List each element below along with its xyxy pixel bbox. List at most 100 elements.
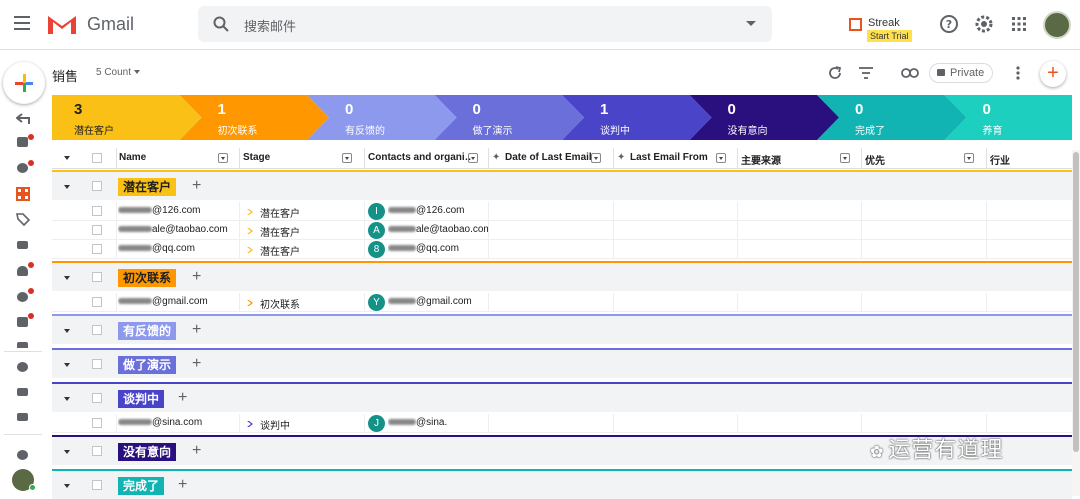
search-icon[interactable] (212, 15, 230, 33)
column-menu-icon[interactable] (840, 153, 850, 163)
group-checkbox[interactable] (92, 446, 102, 456)
column-header-source[interactable]: 主要来源 (741, 152, 831, 167)
location-icon[interactable] (16, 360, 30, 374)
hangouts-icon[interactable] (16, 448, 30, 462)
video-icon[interactable] (16, 385, 30, 399)
stage-label[interactable]: 3潜在客户 (52, 95, 178, 140)
box-contact[interactable]: @126.com (388, 205, 488, 216)
stage-group-row[interactable]: 有反馈的+ (52, 314, 1072, 344)
privacy-toggle[interactable]: Private (929, 63, 993, 83)
box-contact[interactable]: @qq.com (388, 243, 488, 254)
table-row[interactable]: @gmail.com初次联系Y@gmail.com (52, 293, 1072, 312)
row-checkbox[interactable] (92, 225, 102, 235)
column-menu-icon[interactable] (218, 153, 228, 163)
row-checkbox[interactable] (92, 297, 102, 307)
label-icon[interactable] (16, 238, 30, 252)
group-checkbox[interactable] (92, 480, 102, 490)
stage-group-row[interactable]: 完成了+ (52, 469, 1072, 499)
column-header-contacts[interactable]: Contacts and organi…ition (368, 152, 472, 163)
box-stage[interactable]: 初次联系 (260, 296, 360, 311)
group-checkbox[interactable] (92, 272, 102, 282)
column-menu-icon[interactable] (468, 153, 478, 163)
folder-icon[interactable] (16, 340, 30, 348)
box-name[interactable]: ale@taobao.com (118, 224, 236, 235)
stage-label[interactable]: 0养育 (961, 95, 1080, 140)
group-checkbox[interactable] (92, 359, 102, 369)
add-box-button[interactable]: + (1040, 61, 1066, 87)
box-name[interactable]: @sina.com (118, 417, 236, 428)
group-checkbox[interactable] (92, 393, 102, 403)
pipeline-title[interactable]: 销售 (52, 66, 78, 85)
chevron-down-icon[interactable] (64, 329, 70, 333)
group-checkbox[interactable] (92, 181, 102, 191)
column-menu-icon[interactable] (964, 153, 974, 163)
chevron-down-icon[interactable] (64, 450, 70, 454)
back-arrow-icon[interactable] (16, 112, 30, 126)
group-checkbox[interactable] (92, 325, 102, 335)
table-row[interactable]: @qq.com潜在客户8@qq.com (52, 240, 1072, 259)
row-checkbox[interactable] (92, 206, 102, 216)
table-row[interactable]: @sina.com谈判中J@sina. (52, 414, 1072, 433)
search-options-icon[interactable] (746, 21, 756, 26)
column-menu-icon[interactable] (716, 153, 726, 163)
chevron-down-icon[interactable] (64, 185, 70, 189)
filter-icon[interactable] (858, 66, 874, 80)
settings-gear-icon[interactable] (974, 14, 994, 34)
box-stage[interactable]: 谈判中 (260, 417, 360, 432)
vertical-scrollbar[interactable] (1072, 150, 1080, 496)
add-box-icon[interactable]: + (192, 321, 201, 339)
search-input[interactable]: 搜索邮件 (244, 16, 296, 35)
streak-pipelines-icon[interactable] (16, 187, 30, 201)
box-name[interactable]: @126.com (118, 205, 236, 216)
add-box-icon[interactable]: + (192, 355, 201, 373)
chevron-down-icon[interactable] (64, 397, 70, 401)
account-avatar[interactable] (1043, 11, 1071, 39)
count-dropdown[interactable]: 5 Count (96, 67, 140, 78)
main-menu-icon[interactable] (14, 16, 30, 30)
column-header-last-email-from[interactable]: Last Email From (630, 152, 730, 163)
compose-button[interactable] (3, 62, 45, 104)
stage-group-row[interactable]: 谈判中+ (52, 382, 1072, 412)
keyboard-icon[interactable] (16, 410, 30, 424)
box-stage[interactable]: 潜在客户 (260, 205, 360, 220)
stage-group-row[interactable]: 潜在客户+ (52, 170, 1072, 200)
column-header-name[interactable]: Name (119, 152, 215, 163)
add-box-icon[interactable]: + (192, 442, 201, 460)
stage-label[interactable]: 0没有意向 (706, 95, 832, 140)
column-header-priority[interactable]: 优先 (865, 152, 955, 167)
add-box-icon[interactable]: + (192, 268, 201, 286)
row-checkbox[interactable] (92, 418, 102, 428)
start-trial-badge[interactable]: Start Trial (867, 30, 912, 42)
stage-group-row[interactable]: 初次联系+ (52, 261, 1072, 291)
box-contact[interactable]: @sina. (388, 417, 488, 428)
select-all-checkbox[interactable] (92, 153, 102, 163)
box-name[interactable]: @gmail.com (118, 296, 236, 307)
add-box-icon[interactable]: + (178, 389, 187, 407)
box-stage[interactable]: 潜在客户 (260, 224, 360, 239)
column-menu-icon[interactable] (591, 153, 601, 163)
column-header-industry[interactable]: 行业 (990, 152, 1070, 167)
chevron-down-icon[interactable] (64, 156, 70, 160)
more-vert-icon[interactable] (1015, 65, 1021, 81)
table-row[interactable]: @126.com潜在客户I@126.com (52, 202, 1072, 221)
column-menu-icon[interactable] (342, 153, 352, 163)
add-box-icon[interactable]: + (178, 476, 187, 494)
box-contact[interactable]: @gmail.com (388, 296, 488, 307)
search-bar[interactable]: 搜索邮件 (198, 6, 772, 42)
stage-label[interactable]: 1谈判中 (578, 95, 704, 140)
stage-label[interactable]: 0有反馈的 (323, 95, 449, 140)
column-header-stage[interactable]: Stage (243, 152, 339, 163)
scrollbar-thumb[interactable] (1073, 152, 1079, 452)
row-checkbox[interactable] (92, 244, 102, 254)
help-icon[interactable]: ? (939, 14, 959, 34)
box-contact[interactable]: ale@taobao.com (388, 224, 488, 235)
box-stage[interactable]: 潜在客户 (260, 243, 360, 258)
tag-icon[interactable] (16, 212, 30, 226)
chevron-down-icon[interactable] (64, 484, 70, 488)
refresh-icon[interactable] (827, 65, 843, 81)
stage-label[interactable]: 1初次联系 (196, 95, 322, 140)
stage-label[interactable]: 0做了演示 (451, 95, 577, 140)
column-header-date-last-email[interactable]: Date of Last Email (505, 152, 595, 163)
stage-group-row[interactable]: 做了演示+ (52, 348, 1072, 378)
apps-grid-icon[interactable] (1009, 14, 1029, 34)
